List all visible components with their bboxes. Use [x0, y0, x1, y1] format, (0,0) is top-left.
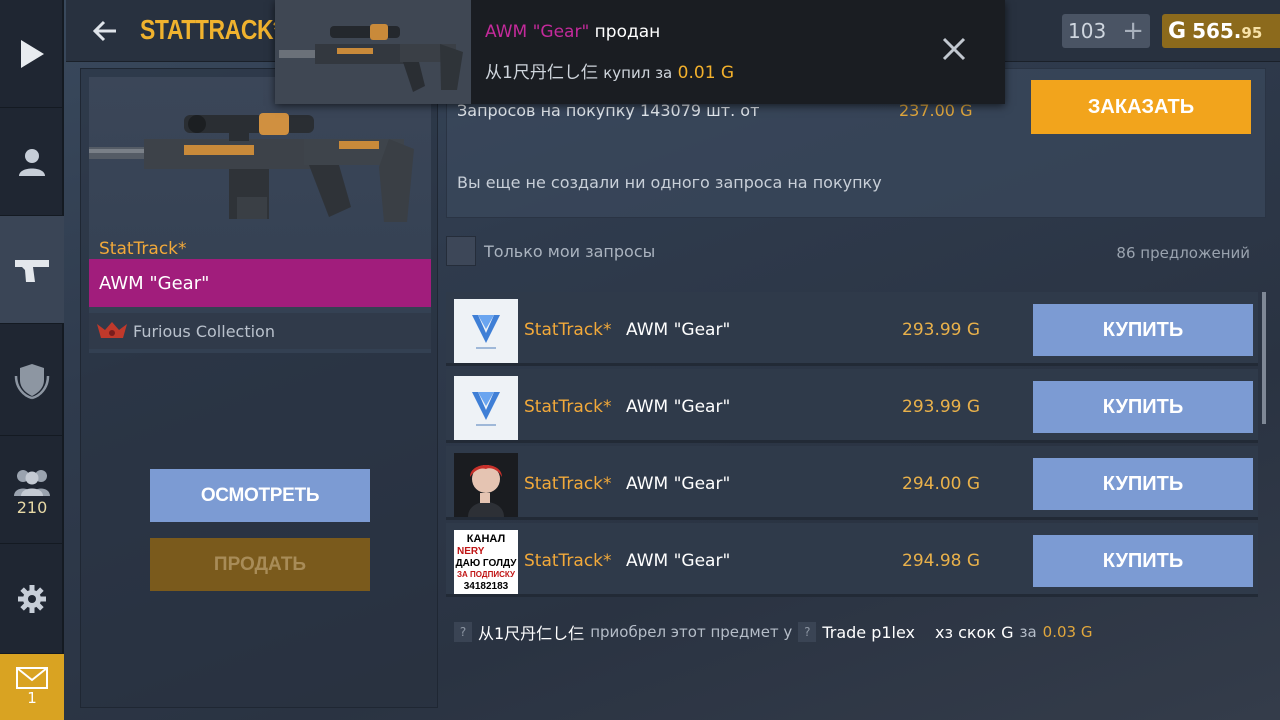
pistol-icon: [15, 259, 49, 282]
offer-item-name: AWM "Gear": [626, 397, 731, 417]
sidebar-item-mail[interactable]: 1: [0, 654, 64, 720]
avatar-text-line: NERY: [457, 546, 485, 557]
standoff-logo-icon: [454, 299, 518, 363]
offer-price: 294.00 G: [902, 474, 981, 494]
notification-item-name: AWM "Gear": [485, 22, 590, 42]
notification-bought-text: купил за: [603, 64, 673, 82]
notification-title: AWM "Gear" продан: [485, 22, 660, 42]
sale-notification: AWM "Gear" продан 从1尺丹仁し仨 купил за 0.01 …: [275, 0, 1005, 104]
stattrak-label: StatTrack*: [99, 239, 187, 259]
sidebar: 210 1: [0, 0, 64, 720]
offers-scrollbar[interactable]: [1262, 292, 1266, 424]
offer-price: 293.99 G: [902, 397, 981, 417]
last-seller-name: Trade p1lex: [822, 622, 916, 642]
offer-price: 294.98 G: [902, 551, 981, 571]
offer-item-name: AWM "Gear": [626, 320, 731, 340]
offer-item-name: AWM "Gear": [626, 551, 731, 571]
last-sale-price: 0.03 G: [1042, 623, 1093, 641]
gold-currency: G 565.95 +: [1162, 14, 1280, 48]
offer-stattrak: StatTrack*: [524, 320, 612, 340]
anime-avatar-icon: [454, 453, 518, 517]
last-buyer-name: 从1尺丹仁し仨: [478, 624, 585, 643]
sidebar-item-market[interactable]: [0, 216, 64, 324]
shield-laurel-icon: [14, 363, 50, 399]
avatar-text-line: ДАЮ ГОЛДУ: [456, 558, 518, 569]
inspect-button[interactable]: ОСМОТРЕТЬ: [150, 469, 370, 522]
acquired-text: приобрел этот предмет у: [590, 623, 793, 641]
last-sale-info: ? 从1尺丹仁し仨 приобрел этот предмет у ? Trad…: [454, 620, 1092, 644]
sidebar-item-profile[interactable]: [0, 108, 64, 216]
friends-count: 210: [16, 498, 48, 517]
no-requests-text: Вы еще не создали ни одного запроса на п…: [457, 173, 882, 192]
only-my-requests-toggle[interactable]: Только мои запросы: [446, 236, 655, 266]
user-icon: [19, 148, 45, 176]
offer-row: StatTrack* AWM "Gear" 293.99 G КУПИТЬ: [446, 369, 1258, 443]
add-silver-button[interactable]: +: [1122, 16, 1144, 46]
standoff-logo-icon: [454, 376, 518, 440]
avatar-text-line: 34182183: [464, 581, 509, 592]
channel-promo-avatar: КАНАЛ NERY ДАЮ ГОЛДУ ЗА ПОДПИСКУ 3418218…: [454, 530, 518, 594]
offer-row: StatTrack* AWM "Gear" 294.00 G КУПИТЬ: [446, 446, 1258, 520]
sidebar-item-clan[interactable]: [0, 324, 64, 436]
seller-avatar[interactable]: КАНАЛ NERY ДАЮ ГОЛДУ ЗА ПОДПИСКУ 3418218…: [454, 530, 518, 594]
item-card: StatTrack* AWM "Gear" Furious Collection: [89, 77, 431, 353]
notification-buyer: 从1尺丹仁し仨: [485, 63, 598, 83]
last-seller-name-2: хз скок G: [935, 622, 1014, 642]
buy-button[interactable]: КУПИТЬ: [1033, 304, 1253, 356]
collection-row: Furious Collection: [89, 313, 431, 349]
sidebar-item-settings[interactable]: [0, 544, 64, 654]
notification-price: 0.01 G: [677, 63, 735, 83]
item-panel: StatTrack* AWM "Gear" Furious Collection…: [80, 68, 438, 708]
offers-count: 86 предложений: [1116, 244, 1250, 262]
offer-item-name: AWM "Gear": [626, 474, 731, 494]
for-text: за: [1019, 623, 1037, 641]
unknown-avatar-icon: ?: [454, 622, 472, 642]
offer-row: КАНАЛ NERY ДАЮ ГОЛДУ ЗА ПОДПИСКУ 3418218…: [446, 523, 1258, 597]
close-icon[interactable]: [941, 36, 967, 62]
avatar-text-line: КАНАЛ: [467, 533, 505, 545]
silver-amount: 103: [1068, 19, 1107, 43]
item-name: AWM "Gear": [89, 259, 431, 307]
gear-icon: [18, 584, 46, 613]
notification-sold-text: продан: [594, 22, 661, 42]
offer-price: 293.99 G: [902, 320, 981, 340]
furious-collection-icon: [97, 322, 127, 338]
offer-stattrak: StatTrack*: [524, 474, 612, 494]
gold-icon: G: [1168, 18, 1187, 44]
buy-button[interactable]: КУПИТЬ: [1033, 458, 1253, 510]
back-arrow-icon[interactable]: [90, 16, 120, 46]
offer-stattrak: StatTrack*: [524, 397, 612, 417]
sidebar-item-friends[interactable]: 210: [0, 436, 64, 544]
buy-button[interactable]: КУПИТЬ: [1033, 381, 1253, 433]
notification-detail: 从1尺丹仁し仨 купил за 0.01 G: [485, 58, 734, 83]
seller-avatar[interactable]: [454, 453, 518, 517]
offer-row: StatTrack* AWM "Gear" 293.99 G КУПИТЬ: [446, 292, 1258, 366]
friends-icon: [14, 470, 50, 496]
avatar-text-line: ЗА ПОДПИСКУ: [457, 570, 516, 579]
offer-stattrak: StatTrack*: [524, 551, 612, 571]
sell-button[interactable]: ПРОДАТЬ: [150, 538, 370, 591]
gold-amount: 565.95: [1192, 19, 1263, 43]
order-button[interactable]: ЗАКАЗАТЬ: [1031, 80, 1251, 134]
awm-rifle-thumbnail: [275, 0, 471, 104]
buy-button[interactable]: КУПИТЬ: [1033, 535, 1253, 587]
unknown-avatar-icon: ?: [798, 622, 817, 642]
play-icon: [21, 39, 44, 68]
seller-avatar[interactable]: [454, 376, 518, 440]
notification-item-image: [275, 0, 471, 104]
offers-list: StatTrack* AWM "Gear" 293.99 G КУПИТЬ St…: [446, 292, 1266, 602]
seller-avatar[interactable]: [454, 299, 518, 363]
envelope-icon: [16, 667, 48, 689]
sidebar-item-play[interactable]: [0, 0, 64, 108]
mail-count: 1: [27, 689, 37, 707]
only-mine-checkbox[interactable]: [446, 236, 476, 266]
collection-name: Furious Collection: [133, 321, 275, 341]
only-mine-label: Только мои запросы: [484, 241, 656, 261]
silver-currency: 103 +: [1062, 14, 1150, 48]
